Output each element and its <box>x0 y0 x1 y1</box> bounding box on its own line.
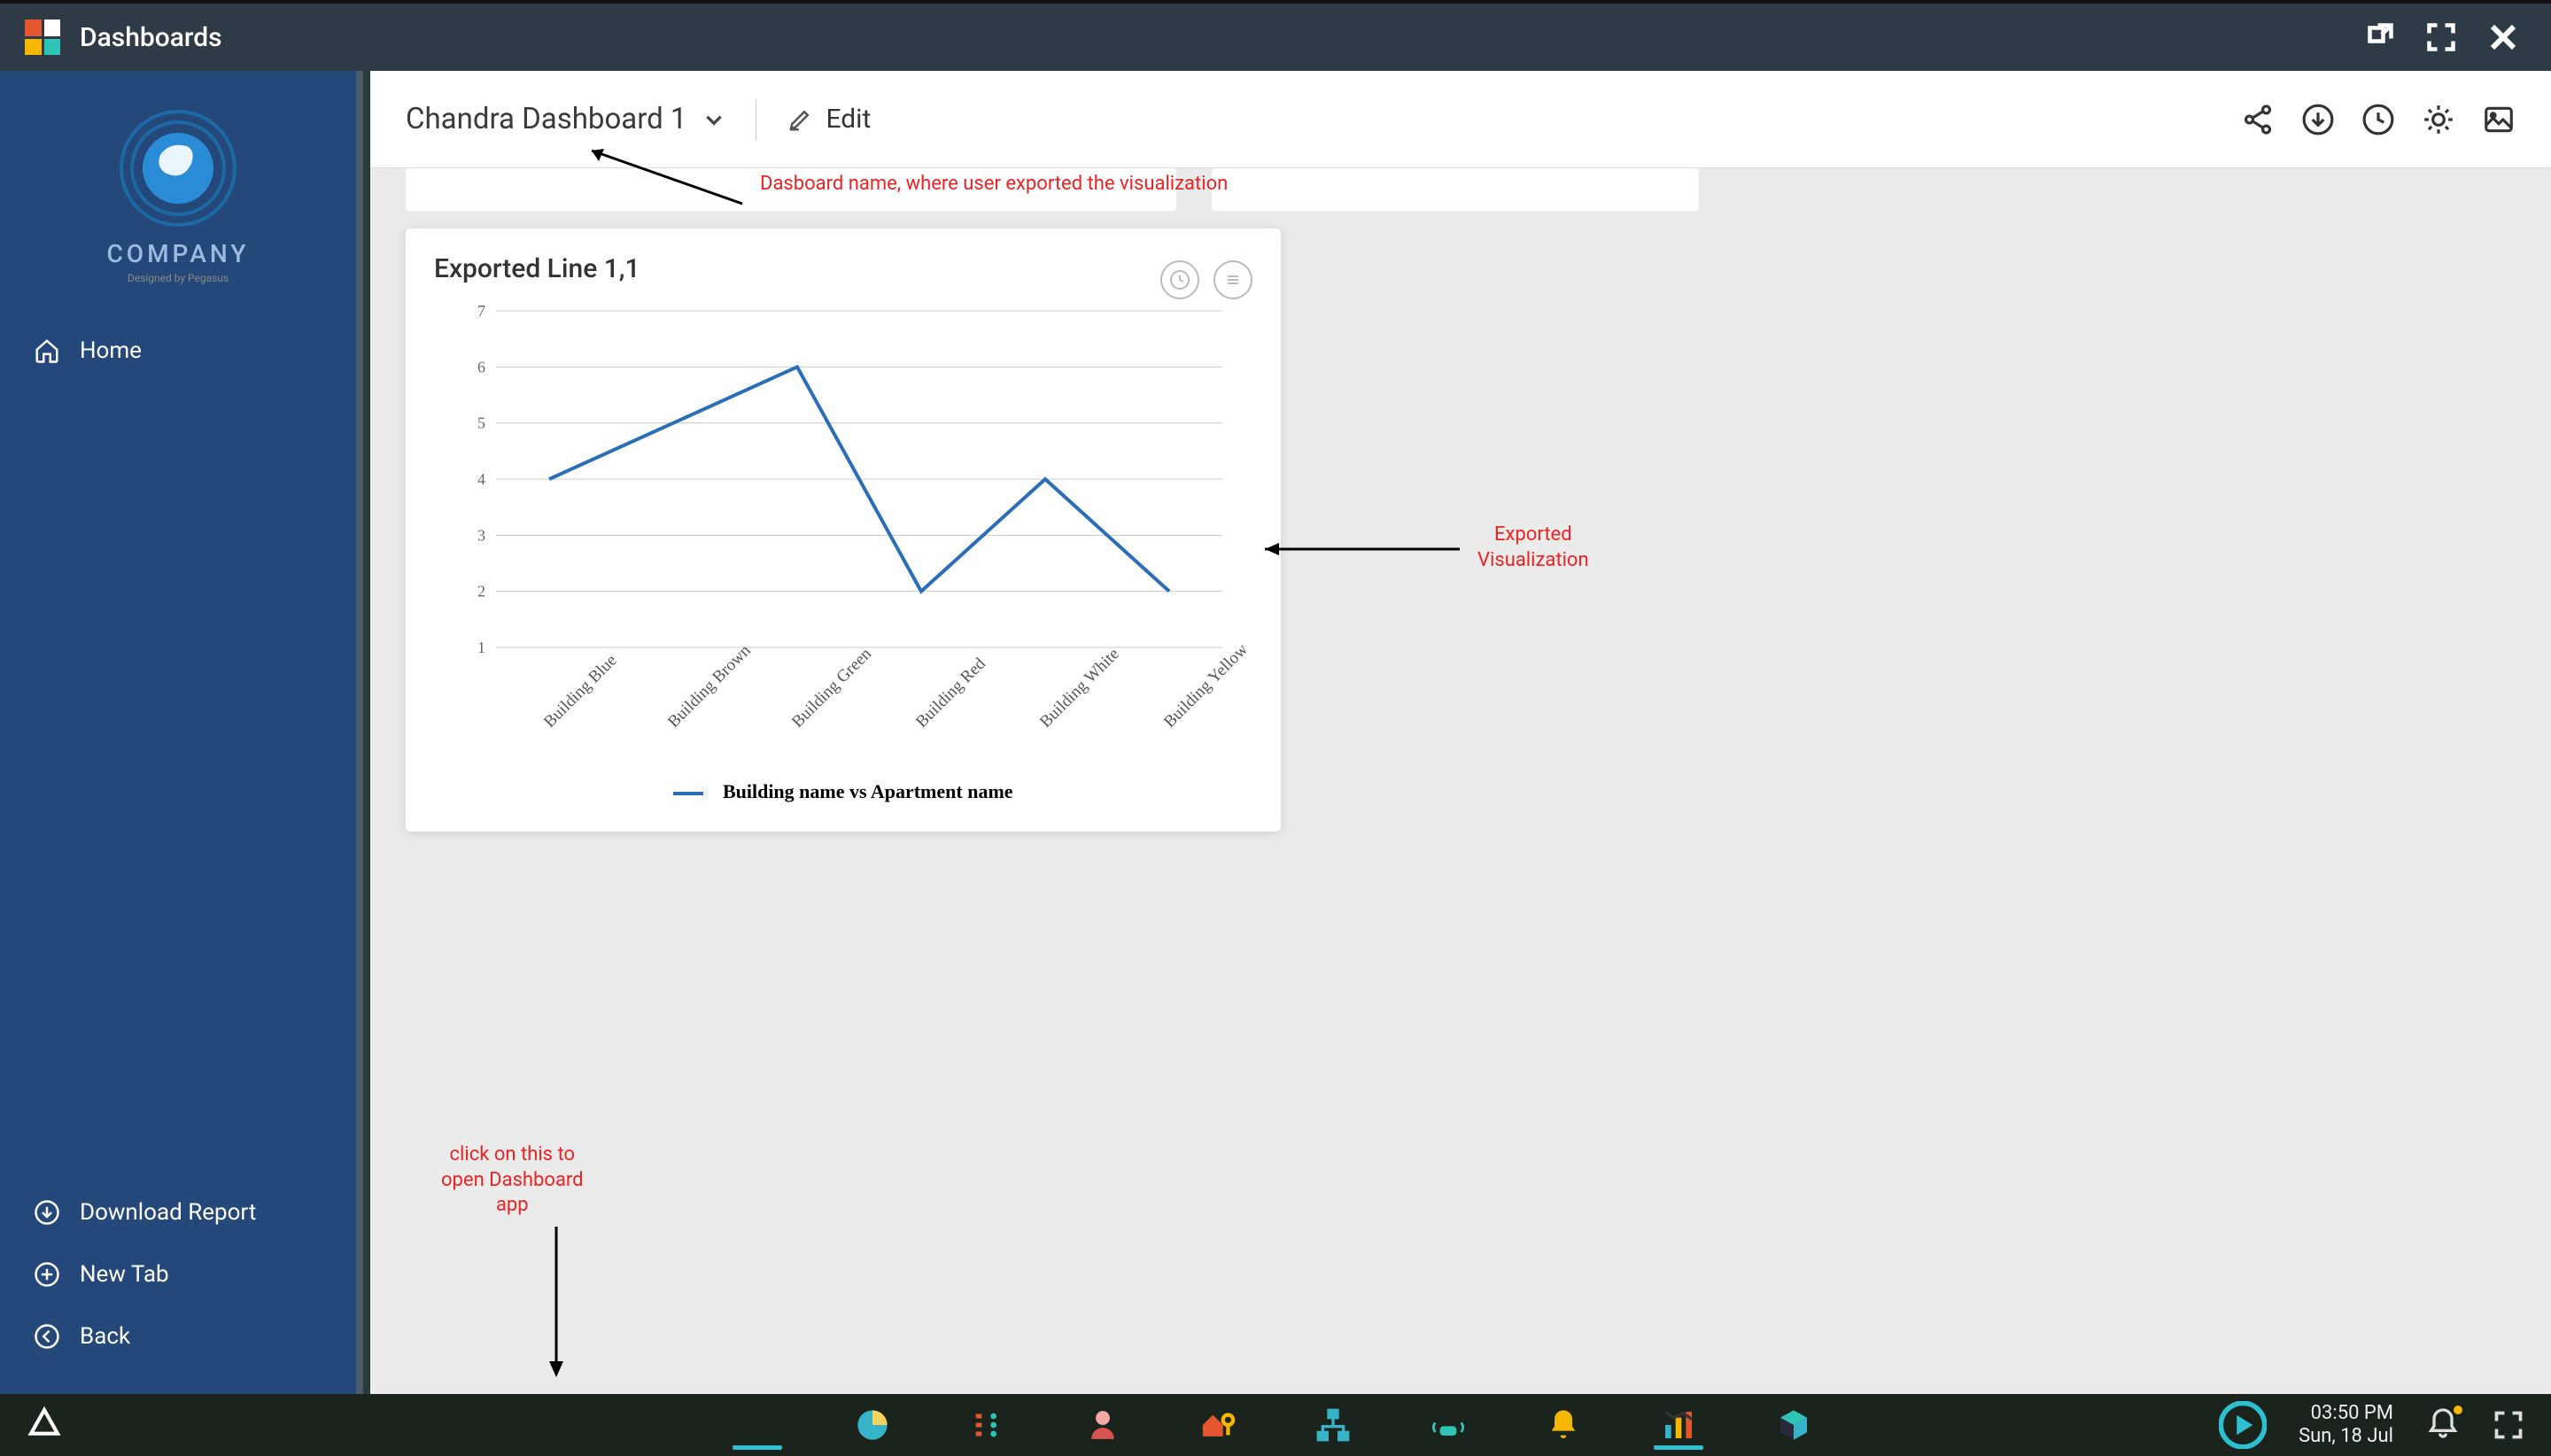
chart-plot-area: 1 2 3 4 5 6 7 <box>434 302 1252 656</box>
os-taskbar: 03:50 PM Sun, 18 Jul <box>0 1394 2551 1456</box>
popout-icon[interactable] <box>2363 21 2395 53</box>
taskbar-launcher-icon[interactable] <box>27 1406 62 1441</box>
plus-circle-icon <box>34 1261 60 1288</box>
taskbar-bell-icon[interactable] <box>1546 1407 1581 1443</box>
chart-card: Exported Line 1,1 1 2 3 4 5 6 7 Building BlueB… <box>406 228 1281 832</box>
card-placeholder <box>1212 168 1699 211</box>
taskbar-person-icon[interactable] <box>1085 1407 1120 1443</box>
sidebar-back-label: Back <box>80 1323 130 1350</box>
annotation-arrow-3 <box>539 1218 592 1395</box>
annotation-arrow-2 <box>1247 523 1477 576</box>
clock-time: 03:50 PM <box>2299 1402 2393 1425</box>
sidebar-download-label: Download Report <box>80 1199 256 1226</box>
annotation-exported: Exported Visualization <box>1477 523 1589 573</box>
taskbar-brand-icon[interactable] <box>2219 1401 2267 1449</box>
chart-x-labels: Building BlueBuilding BrownBuilding Gree… <box>496 656 1235 763</box>
legend-color-swatch <box>673 792 703 795</box>
sidebar-home-label: Home <box>80 337 142 364</box>
download-icon <box>34 1199 60 1226</box>
taskbar-pie-icon[interactable] <box>855 1407 890 1443</box>
taskbar-dashboard-app-icon[interactable] <box>740 1407 775 1443</box>
clock-icon[interactable] <box>2361 103 2395 136</box>
company-logo: COMPANY Designed by Pegasus <box>0 71 356 293</box>
company-name: COMPANY <box>0 239 356 268</box>
sidebar-item-download[interactable]: Download Report <box>0 1181 356 1243</box>
download-circle-icon[interactable] <box>2301 103 2335 136</box>
taskbar-clock[interactable]: 03:50 PM Sun, 18 Jul <box>2299 1402 2393 1449</box>
svg-text:5: 5 <box>477 414 485 432</box>
svg-text:4: 4 <box>477 470 485 488</box>
sidebar: COMPANY Designed by Pegasus Home Downloa… <box>0 71 363 1394</box>
card-clock-icon[interactable] <box>1160 260 1199 299</box>
svg-text:6: 6 <box>477 358 485 376</box>
annotation-arrow-1 <box>547 124 857 230</box>
gear-icon[interactable] <box>2422 103 2455 136</box>
taskbar-wifi-icon[interactable] <box>1431 1407 1466 1443</box>
svg-text:1: 1 <box>477 639 485 656</box>
taskbar-homekey-icon[interactable] <box>1200 1407 1236 1443</box>
home-icon <box>34 337 60 364</box>
taskbar-cube-icon[interactable] <box>1776 1407 1811 1443</box>
image-icon[interactable] <box>2482 103 2516 136</box>
card-menu-icon[interactable] <box>1213 260 1252 299</box>
taskbar-list-icon[interactable] <box>970 1407 1005 1443</box>
sidebar-item-back[interactable]: Back <box>0 1305 356 1367</box>
minimize-corners-icon[interactable] <box>2425 21 2457 53</box>
chart-legend: Building name vs Apartment name <box>434 780 1252 803</box>
taskbar-network-icon[interactable] <box>1315 1407 1351 1443</box>
svg-text:3: 3 <box>477 526 485 544</box>
legend-label: Building name vs Apartment name <box>723 780 1013 802</box>
annotation-taskbar: click on this to open Dashboard app <box>441 1142 584 1219</box>
svg-text:7: 7 <box>477 302 485 320</box>
sidebar-newtab-label: New Tab <box>80 1261 169 1288</box>
share-icon[interactable] <box>2241 103 2275 136</box>
close-icon[interactable] <box>2487 21 2519 53</box>
chart-title: Exported Line 1,1 <box>434 253 1252 284</box>
back-circle-icon <box>34 1323 60 1350</box>
window-title: Dashboards <box>80 22 222 53</box>
sidebar-item-newtab[interactable]: New Tab <box>0 1243 356 1305</box>
clock-date: Sun, 18 Jul <box>2299 1425 2393 1448</box>
app-logo-icon <box>25 19 60 55</box>
sidebar-item-home[interactable]: Home <box>0 320 356 382</box>
svg-text:2: 2 <box>477 583 485 600</box>
company-tagline: Designed by Pegasus <box>0 272 356 284</box>
taskbar-barchart-icon[interactable] <box>1661 1407 1696 1443</box>
fullscreen-icon[interactable] <box>2493 1409 2524 1441</box>
